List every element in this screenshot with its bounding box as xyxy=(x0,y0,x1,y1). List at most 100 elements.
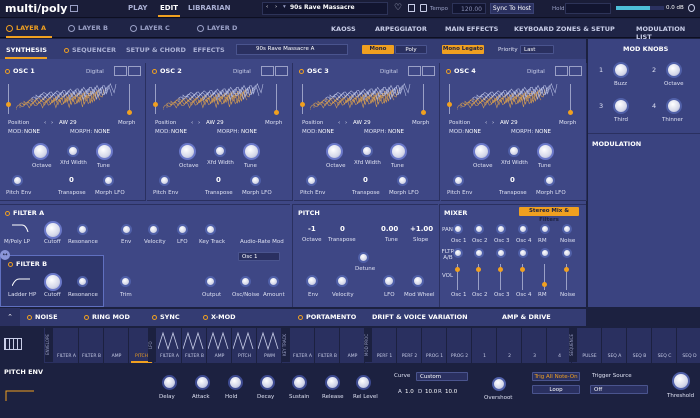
mod-value[interactable]: NONE xyxy=(24,129,40,135)
octave-knob[interactable] xyxy=(32,143,49,160)
mod-source-filter-b[interactable]: FILTER B xyxy=(79,327,104,363)
mod-value[interactable]: NONE xyxy=(318,129,334,135)
mod-source-perf-1[interactable]: PERF 1 xyxy=(372,327,397,363)
mod-source-filter-a[interactable]: FILTER A xyxy=(157,327,182,363)
priority-dropdown[interactable]: Last xyxy=(520,45,554,54)
osc-4-edit-icon[interactable] xyxy=(569,66,582,76)
collapse-icon[interactable]: ⌃ xyxy=(0,308,20,326)
mod-source-seq-b[interactable]: SEQ B xyxy=(627,327,652,363)
mixer-vol-handle[interactable] xyxy=(455,267,460,272)
mixer-vol-handle[interactable] xyxy=(498,267,503,272)
mono-legato-button[interactable]: Mono Legato xyxy=(442,45,484,54)
mod-source-3[interactable]: 3 xyxy=(522,327,547,363)
morph-mod-value[interactable]: NONE xyxy=(241,129,257,135)
tab-main-effects[interactable]: MAIN EFFECTS xyxy=(445,25,498,33)
tab-setup-chord[interactable]: SETUP & CHORD xyxy=(126,46,186,54)
osc-1-view-icon[interactable] xyxy=(114,66,127,76)
tab-sync[interactable]: SYNC xyxy=(152,313,180,321)
mod-source-seq-d[interactable]: SEQ D xyxy=(677,327,700,363)
wavetable-name[interactable]: AW 29 xyxy=(206,120,224,126)
pitch-modwheel-knob[interactable] xyxy=(412,275,424,287)
filter-a-power-icon[interactable] xyxy=(5,210,10,216)
tab-layer-a[interactable]: LAYER A xyxy=(6,24,46,32)
wavetable-name[interactable]: AW 29 xyxy=(353,120,371,126)
pitch-env-knob[interactable] xyxy=(453,175,464,186)
menu-icon[interactable] xyxy=(70,5,78,12)
wave-next-icon[interactable]: › xyxy=(198,120,200,126)
pitch-transpose-value[interactable]: 0 xyxy=(340,225,345,233)
env-curve-value[interactable]: 10.0 xyxy=(445,389,457,395)
mixer-vol-handle[interactable] xyxy=(542,282,547,287)
morph-mod-value[interactable]: NONE xyxy=(388,129,404,135)
tab-amp-drive[interactable]: AMP & DRIVE xyxy=(502,313,551,321)
mod-source-prog-1[interactable]: PROG 1 xyxy=(422,327,447,363)
osc-4-wavetable[interactable] xyxy=(456,82,561,118)
xfd-width-knob[interactable] xyxy=(67,145,79,157)
preset-dropdown-icon[interactable]: ▾ xyxy=(283,4,286,10)
preset-next-icon[interactable]: › xyxy=(275,4,277,10)
osc-1-morph-handle[interactable] xyxy=(127,110,132,115)
tempo-field[interactable]: 120.00 xyxy=(452,3,486,14)
osc-power-icon[interactable] xyxy=(446,68,451,74)
morph-mod-value[interactable]: NONE xyxy=(94,129,110,135)
preset-prev-icon[interactable]: ‹ xyxy=(266,4,268,10)
pitch-env-knob[interactable] xyxy=(306,175,317,186)
mod-source-pitch[interactable]: PITCH xyxy=(232,327,257,363)
wavetable-name[interactable]: AW 29 xyxy=(59,120,77,126)
tab-noise[interactable]: NOISE xyxy=(27,313,58,321)
env-sustain-knob[interactable] xyxy=(292,375,307,390)
mixer-pan-knob[interactable] xyxy=(474,224,484,234)
mod-knob-4[interactable] xyxy=(666,98,682,114)
save-icon[interactable] xyxy=(408,4,415,12)
mixer-filter-knob[interactable] xyxy=(474,248,484,258)
filter-a-type[interactable]: M/Poly LP xyxy=(4,239,30,245)
osc-3-type[interactable]: Digital xyxy=(380,69,398,75)
mixer-filter-knob[interactable] xyxy=(453,248,463,258)
filter-a-env-knob[interactable] xyxy=(121,224,132,235)
osc-noise-knob[interactable] xyxy=(240,276,251,287)
link-icon[interactable]: ↔ xyxy=(0,250,10,260)
audio-rate-amount-knob[interactable] xyxy=(268,276,279,287)
osc-2-edit-icon[interactable] xyxy=(275,66,288,76)
filter-a-keytrack-knob[interactable] xyxy=(205,224,216,235)
osc-3-position-handle[interactable] xyxy=(300,102,305,107)
mod-source-filter-a[interactable]: FILTER A xyxy=(54,327,79,363)
env-decay-knob[interactable] xyxy=(260,375,275,390)
mod-source-pulse[interactable]: PULSE xyxy=(577,327,602,363)
pitch-slope-value[interactable]: +1.00 xyxy=(410,225,433,233)
osc-power-icon[interactable] xyxy=(152,68,157,74)
tab-layer-d[interactable]: LAYER D xyxy=(197,24,237,32)
mode-librarian[interactable]: LIBRARIAN xyxy=(188,4,230,12)
tune-knob[interactable] xyxy=(390,143,407,160)
osc-4-position-slider[interactable] xyxy=(449,84,450,114)
tab-drift[interactable]: DRIFT & VOICE VARIATION xyxy=(372,313,468,321)
octave-knob[interactable] xyxy=(326,143,343,160)
keyboard-icon[interactable] xyxy=(4,338,22,350)
mixer-filter-knob[interactable] xyxy=(518,248,528,258)
wave-next-icon[interactable]: › xyxy=(51,120,53,126)
osc-1-position-handle[interactable] xyxy=(6,102,11,107)
env-attack-knob[interactable] xyxy=(195,375,210,390)
morph-mod-value[interactable]: NONE xyxy=(535,129,551,135)
mod-source-seq-c[interactable]: SEQ C xyxy=(652,327,677,363)
hold-field[interactable] xyxy=(565,3,611,14)
tab-layer-c[interactable]: LAYER C xyxy=(130,24,170,32)
transpose-value[interactable]: 0 xyxy=(216,176,221,184)
sync-to-host-button[interactable]: Sync To Host xyxy=(490,3,534,14)
filter-b-resonance-knob[interactable] xyxy=(77,276,88,287)
pitch-octave-value[interactable]: -1 xyxy=(308,225,316,233)
tab-ring-mod[interactable]: RING MOD xyxy=(84,313,130,321)
export-icon[interactable] xyxy=(420,4,427,12)
filter-b-cutoff-knob[interactable] xyxy=(44,273,62,291)
mixer-vol-handle[interactable] xyxy=(564,267,569,272)
mode-edit[interactable]: EDIT xyxy=(160,4,178,12)
wave-next-icon[interactable]: › xyxy=(345,120,347,126)
mixer-pan-knob[interactable] xyxy=(496,224,506,234)
osc-2-morph-handle[interactable] xyxy=(274,110,279,115)
pitch-env-knob[interactable] xyxy=(12,175,23,186)
env-rel-level-knob[interactable] xyxy=(356,375,371,390)
pitch-env-knob[interactable] xyxy=(306,275,318,287)
filter-b-power-icon[interactable] xyxy=(8,261,13,267)
osc-2-type[interactable]: Digital xyxy=(233,69,251,75)
mod-source-filter-b[interactable]: FILTER B xyxy=(182,327,207,363)
